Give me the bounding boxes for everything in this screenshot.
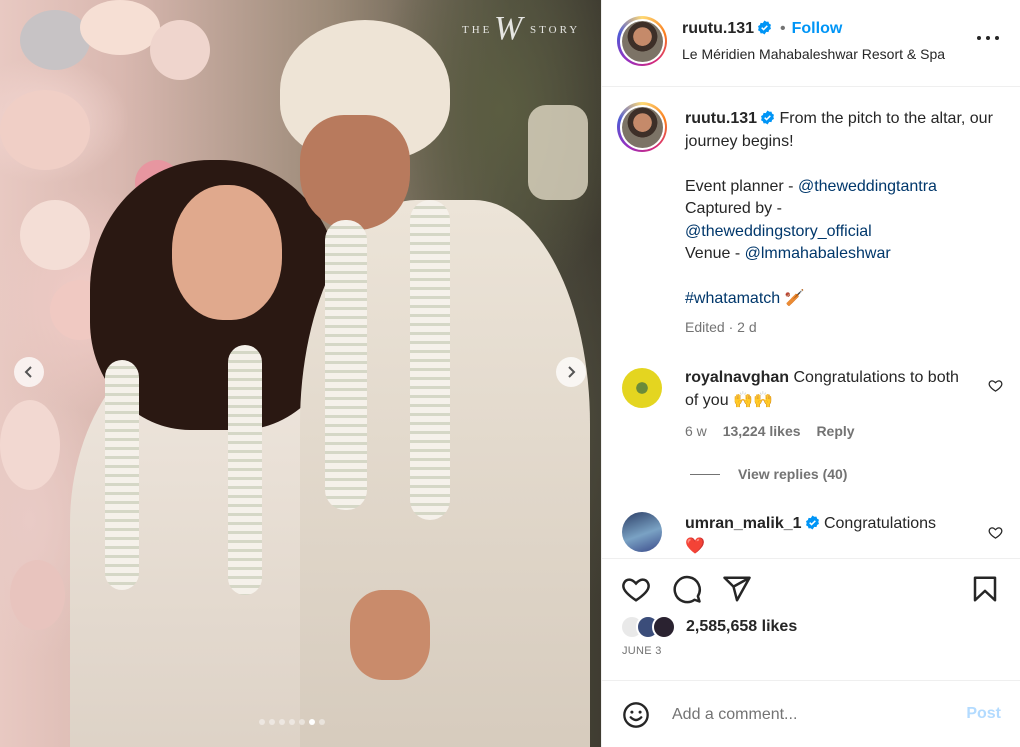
location-link[interactable]: Le Méridien Mahabaleshwar Resort & Spa	[682, 46, 945, 62]
caption-meta: Edited · 2 d	[685, 318, 757, 335]
comment-composer: Post	[602, 682, 1020, 747]
flower-decor	[80, 0, 160, 55]
flower-decor	[0, 90, 90, 170]
more-options-icon[interactable]	[977, 34, 999, 42]
commenter-avatar[interactable]	[622, 512, 662, 552]
watermark-the: THE	[462, 24, 493, 36]
heart-icon[interactable]	[621, 574, 651, 604]
comment-like-icon[interactable]	[988, 378, 1003, 393]
author-username[interactable]: ruutu.131	[682, 20, 754, 37]
carousel-dot	[289, 719, 295, 725]
liker-avatar	[652, 615, 676, 639]
comments-section[interactable]: ruutu.131 From the pitch to the altar, o…	[602, 88, 1020, 558]
post-caption: ruutu.131 From the pitch to the altar, o…	[685, 108, 1005, 338]
flower-decor	[10, 560, 65, 630]
garland	[228, 345, 262, 595]
post-date[interactable]: JUNE 3	[622, 645, 662, 657]
comment-text: Congratulations	[823, 515, 937, 532]
hashtag-link[interactable]: #whatamatch	[685, 290, 780, 307]
replies-divider	[690, 473, 720, 475]
holding-hands	[350, 590, 430, 680]
smiley-icon[interactable]	[622, 701, 650, 729]
verified-badge-icon	[758, 20, 771, 35]
lantern-decor	[528, 105, 588, 200]
venue-label: Venue -	[685, 245, 745, 262]
commenter-username[interactable]: royalnavghan	[685, 369, 789, 386]
carousel-dot	[299, 719, 305, 725]
garland	[325, 220, 367, 510]
planner-mention[interactable]: @theweddingtantra	[798, 178, 937, 195]
dot-separator: •	[780, 20, 786, 37]
chevron-left-icon	[24, 366, 32, 378]
photographer-mention[interactable]: @theweddingstory_official	[685, 223, 872, 240]
reply-button[interactable]: Reply	[816, 423, 854, 439]
verified-badge-icon	[761, 110, 774, 125]
commenter-username[interactable]: umran_malik_1	[685, 515, 802, 532]
bookmark-icon[interactable]	[970, 574, 1000, 604]
comment-time: 6 w	[685, 423, 707, 439]
comment-body: umran_malik_1 Congratulations ❤️	[685, 513, 975, 558]
watermark-story: STORY	[530, 24, 581, 36]
comment-body: royalnavghan Congratulations to both of …	[685, 367, 975, 412]
comment-input[interactable]	[672, 702, 952, 728]
flower-decor	[0, 400, 60, 490]
comment-like-icon[interactable]	[988, 525, 1003, 540]
carousel-dot	[319, 719, 325, 725]
garland	[105, 360, 139, 590]
carousel-indicator	[259, 719, 325, 725]
caption-username[interactable]: ruutu.131	[685, 110, 757, 127]
comment-meta: 6 w 13,224 likes Reply	[685, 423, 867, 439]
heart-emoji: ❤️	[685, 537, 705, 555]
author-line: ruutu.131 • Follow	[682, 20, 842, 38]
photographer-watermark: THE W STORY	[462, 10, 587, 47]
flower-decor	[20, 200, 90, 270]
comment-bubble-icon[interactable]	[672, 574, 702, 604]
comment-likes[interactable]: 13,224 likes	[723, 423, 801, 439]
previous-slide-button[interactable]	[14, 357, 44, 387]
captured-label: Captured by -	[685, 200, 782, 217]
verified-badge-icon	[805, 515, 819, 530]
post-media: THE W STORY	[0, 0, 601, 747]
commenter-avatar[interactable]	[622, 368, 662, 408]
post-actions: 2,585,658 likes JUNE 3	[602, 558, 1020, 681]
view-replies-label: View replies (40)	[738, 466, 848, 482]
carousel-dot	[309, 719, 315, 725]
cricket-emoji: 🏏	[784, 290, 805, 307]
likes-summary[interactable]: 2,585,658 likes	[620, 615, 797, 639]
chevron-right-icon	[568, 366, 576, 378]
likes-count[interactable]: 2,585,658 likes	[686, 618, 797, 636]
flower-decor	[20, 10, 90, 70]
next-slide-button[interactable]	[556, 357, 586, 387]
post-comment-button[interactable]: Post	[966, 705, 1001, 723]
view-replies-button[interactable]: View replies (40)	[690, 466, 847, 482]
carousel-dot	[279, 719, 285, 725]
caption-author-avatar[interactable]	[617, 102, 667, 152]
author-avatar[interactable]	[617, 16, 667, 66]
carousel-dot	[259, 719, 265, 725]
paper-plane-icon[interactable]	[722, 574, 752, 604]
flower-decor	[150, 20, 210, 80]
groom-face	[300, 115, 410, 230]
planner-label: Event planner -	[685, 177, 798, 195]
carousel-dot	[269, 719, 275, 725]
garland	[410, 200, 450, 520]
follow-button[interactable]: Follow	[792, 20, 843, 37]
venue-mention[interactable]: @lmmahabaleshwar	[745, 245, 891, 262]
post-side-panel: ruutu.131 • Follow Le Méridien Mahabaleshw…	[601, 0, 1020, 747]
watermark-w: W	[494, 10, 523, 47]
bride-face	[172, 185, 282, 320]
post-header: ruutu.131 • Follow Le Méridien Mahabaleshw…	[602, 0, 1020, 87]
